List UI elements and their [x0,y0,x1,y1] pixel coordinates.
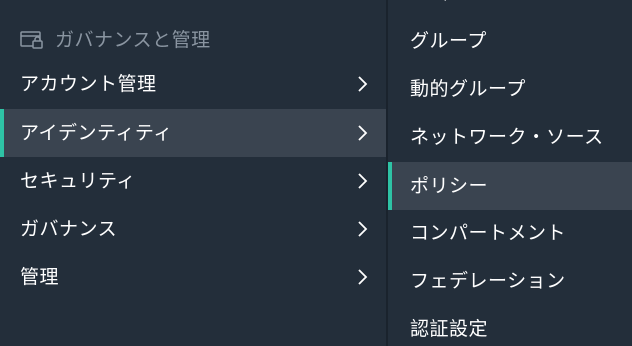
chevron-right-icon [358,221,368,237]
menu-item-label: アイデンティティ [20,122,173,144]
submenu-item-label: ネットワーク・ソース [410,126,604,148]
chevron-right-icon [358,173,368,189]
menu-item-label: アカウント管理 [20,73,157,95]
menu-item-account-management[interactable]: アカウント管理 [0,60,386,108]
submenu-item-label: コンパートメント [410,222,567,244]
menu-item-identity[interactable]: アイデンティティ [0,109,386,157]
menu-item-security[interactable]: セキュリティ [0,157,386,205]
submenu-item-label: 認証設定 [410,318,489,340]
submenu-item-label: 動的グループ [410,78,526,100]
chevron-right-icon [358,125,368,141]
submenu-item-groups[interactable]: グループ [388,17,632,65]
submenu-item-label: フェデレーション [410,270,566,292]
navigation-menu-overlay: ガバナンスと管理 アカウント管理 アイデンティティ セキュリティ ガバナンス 管… [0,0,632,346]
submenu-item-label: グループ [410,30,487,52]
scroll-cutoff-glyph [444,0,446,1]
governance-lock-icon [20,31,43,49]
menu-item-label: 管理 [20,266,60,288]
chevron-right-icon [358,269,368,285]
submenu-item-dynamic-groups[interactable]: 動的グループ [388,65,632,113]
submenu-item-policies[interactable]: ポリシー [388,162,632,210]
menu-item-administration[interactable]: 管理 [0,253,386,301]
menu-item-label: ガバナンス [20,218,118,240]
submenu-item-federation[interactable]: フェデレーション [388,257,632,305]
section-header: ガバナンスと管理 [0,22,386,58]
menu-item-governance[interactable]: ガバナンス [0,205,386,253]
submenu-item-compartments[interactable]: コンパートメント [388,209,632,257]
primary-menu-panel: ガバナンスと管理 アカウント管理 アイデンティティ セキュリティ ガバナンス 管… [0,0,386,346]
submenu-item-network-sources[interactable]: ネットワーク・ソース [388,113,632,161]
menu-item-label: セキュリティ [20,170,136,192]
submenu-panel: グループ 動的グループ ネットワーク・ソース ポリシー コンパートメント フェデ… [388,0,632,346]
active-indicator [388,162,392,210]
active-indicator [0,109,4,157]
submenu-item-authentication-settings[interactable]: 認証設定 [388,305,632,346]
chevron-right-icon [358,76,368,92]
submenu-item-label: ポリシー [410,175,489,197]
section-title: ガバナンスと管理 [55,29,211,51]
